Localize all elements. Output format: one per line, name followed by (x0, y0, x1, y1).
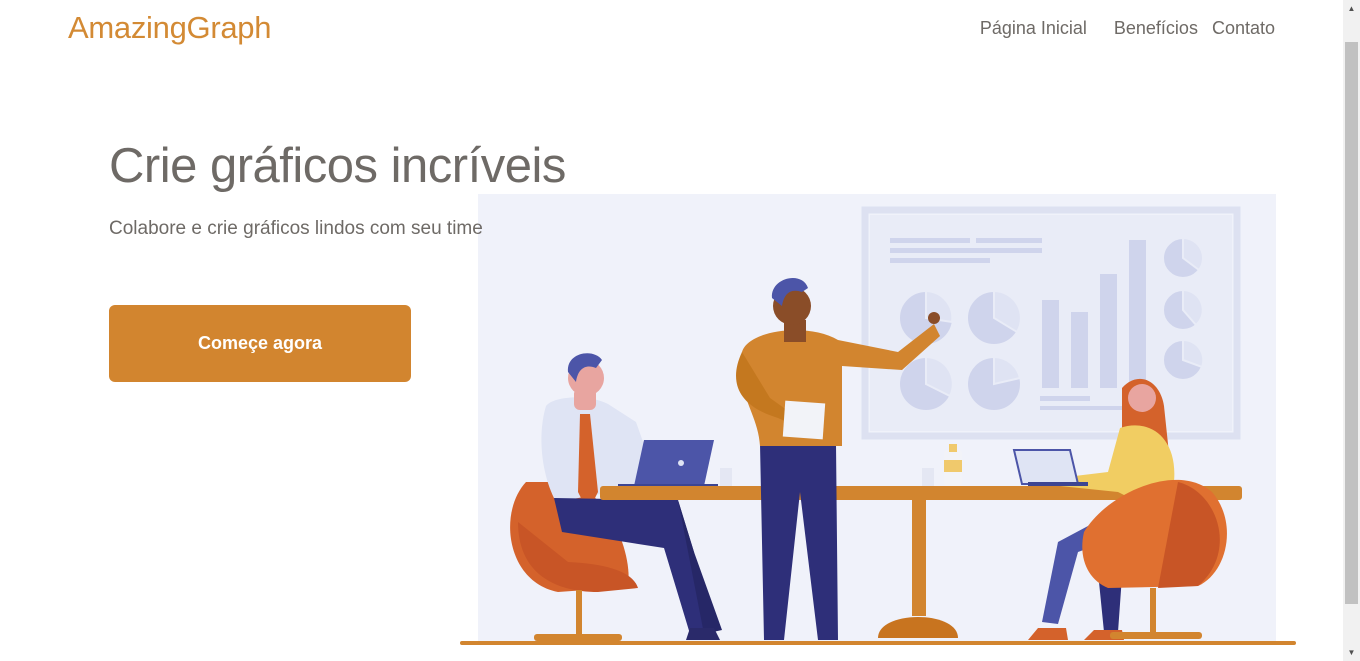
team-meeting-illustration (460, 194, 1296, 645)
water-bottle (944, 444, 962, 486)
main-nav: Página Inicial Benefícios Contato (980, 17, 1275, 39)
nav-link-contact[interactable]: Contato (1212, 17, 1275, 39)
hero-title: Crie gráficos incríveis (109, 139, 566, 193)
nav-link-home[interactable]: Página Inicial (980, 17, 1087, 39)
page: AmazingGraph Página Inicial Benefícios C… (0, 0, 1343, 661)
scroll-down-icon[interactable]: ▼ (1343, 644, 1360, 661)
brand-logo[interactable]: AmazingGraph (68, 10, 271, 46)
hero-subtitle: Colabore e crie gráficos lindos com seu … (109, 218, 483, 239)
board-side-pies (1162, 236, 1205, 381)
presentation-board (861, 206, 1241, 440)
nav-link-benefits[interactable]: Benefícios (1114, 17, 1198, 39)
floor-line (460, 641, 1296, 645)
scrollbar-thumb[interactable] (1345, 42, 1358, 604)
scroll-up-icon[interactable]: ▲ (1343, 0, 1360, 17)
get-started-button[interactable]: Começe agora (109, 305, 411, 382)
vertical-scrollbar[interactable]: ▲ ▼ (1343, 0, 1360, 661)
